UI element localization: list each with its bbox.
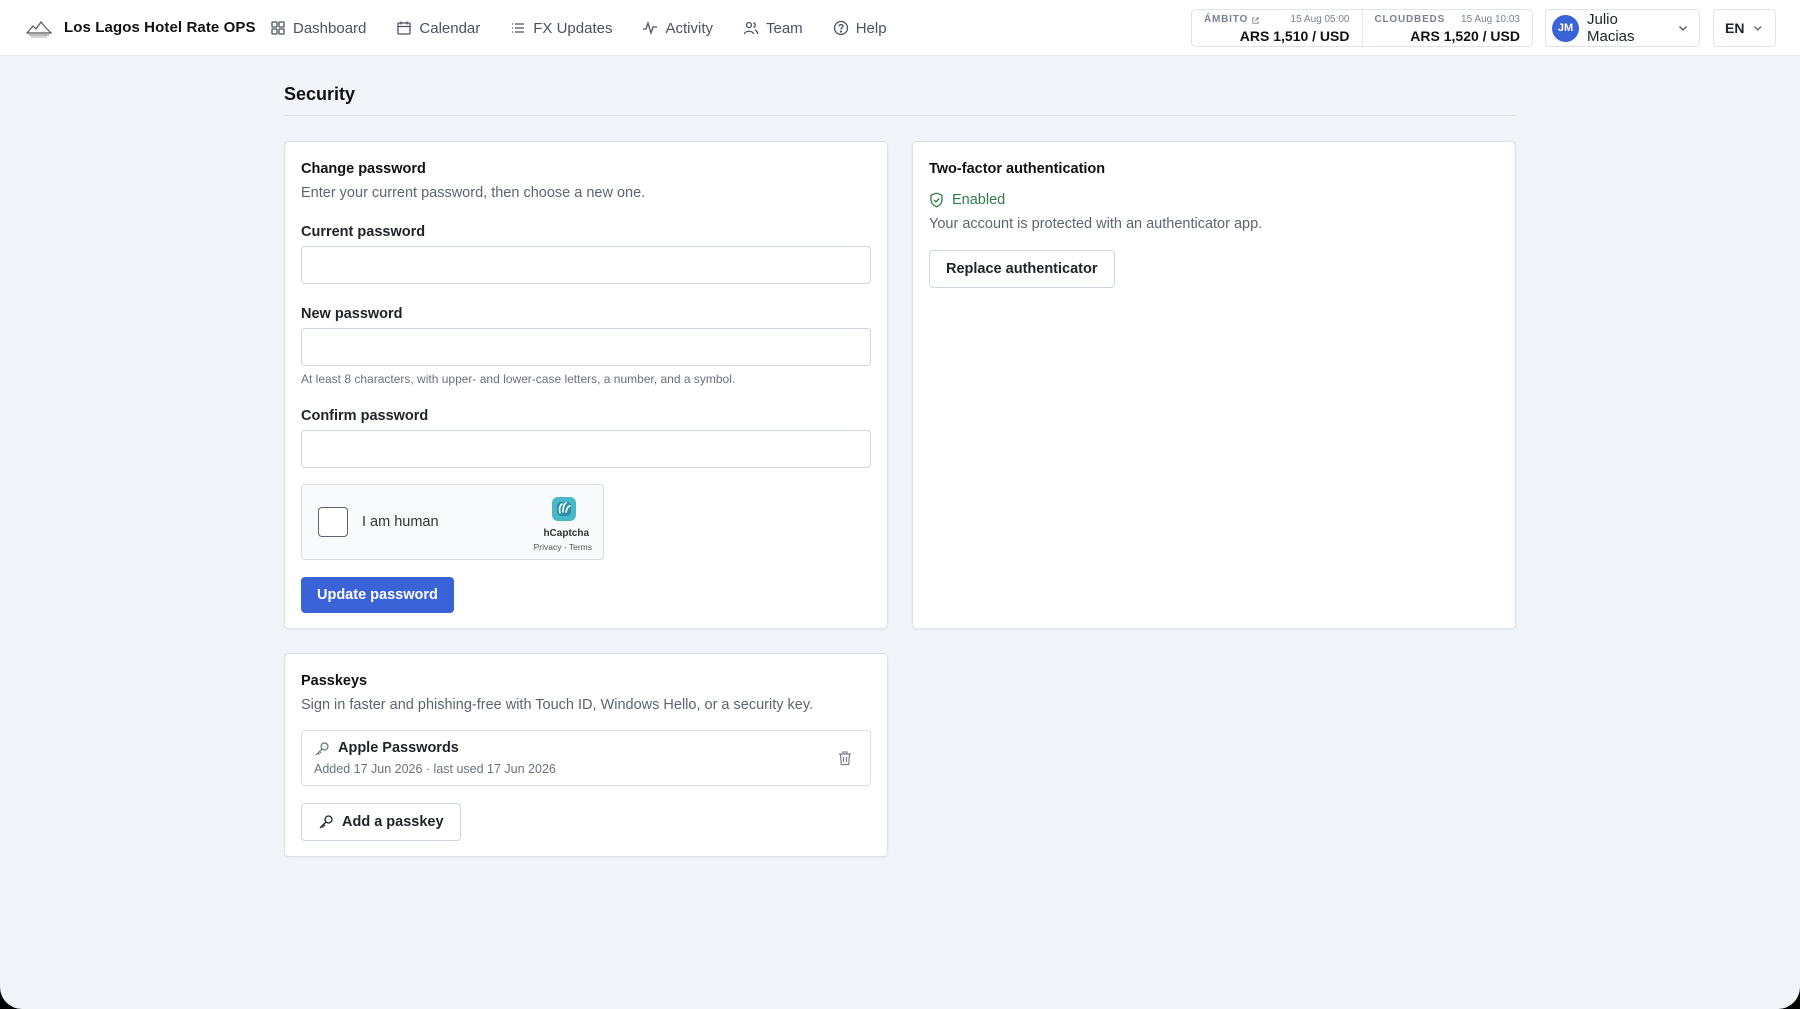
fx-time: 15 Aug 05:00 bbox=[1290, 14, 1350, 25]
two-factor-status-label: Enabled bbox=[952, 192, 1006, 208]
key-icon bbox=[319, 815, 333, 829]
app-name: Los Lagos Hotel Rate OPS bbox=[64, 18, 256, 36]
team-icon bbox=[743, 21, 759, 35]
external-link-icon bbox=[1252, 16, 1259, 24]
page-title: Security bbox=[284, 84, 356, 104]
nav-dashboard-label: Dashboard bbox=[293, 19, 367, 37]
add-passkey-button[interactable]: Add a passkey bbox=[301, 803, 461, 841]
title-divider bbox=[284, 115, 1516, 116]
confirm-password-field[interactable] bbox=[301, 430, 871, 468]
two-factor-description: Your account is protected with an authen… bbox=[929, 216, 1263, 232]
nav-calendar[interactable]: Calendar bbox=[396, 20, 480, 37]
nav-dashboard[interactable]: Dashboard bbox=[270, 20, 366, 37]
avatar: JM bbox=[1552, 14, 1579, 42]
passkey-name: Apple Passwords bbox=[338, 740, 459, 756]
nav-help-label: Help bbox=[855, 19, 887, 37]
confirm-password-label: Confirm password bbox=[301, 408, 429, 424]
nav-activity-label: Activity bbox=[665, 19, 713, 37]
fx-rate-value: ARS 1,520 / USD bbox=[1410, 28, 1520, 44]
list-item: Apple Passwords Added 17 Jun 2026 · last… bbox=[301, 730, 871, 786]
captcha-widget: I am human hCaptcha Privacy - Terms bbox=[301, 484, 604, 560]
key-icon bbox=[315, 742, 329, 756]
brand[interactable]: Los Lagos Hotel Rate OPS bbox=[26, 15, 256, 39]
fx-rate-value: ARS 1,510 / USD bbox=[1239, 28, 1350, 44]
fx-source-label: ÁMBITO bbox=[1204, 14, 1249, 25]
language-value: EN bbox=[1725, 20, 1745, 36]
current-password-label: Current password bbox=[301, 224, 426, 240]
update-password-button[interactable]: Update password bbox=[301, 577, 454, 613]
fx-rate-cloudbeds[interactable]: CLOUDBEDS 15 Aug 10:03 ARS 1,520 / USD bbox=[1361, 10, 1533, 46]
fx-source-label: CLOUDBEDS bbox=[1374, 14, 1446, 25]
shield-check-icon bbox=[930, 192, 943, 208]
calendar-icon bbox=[397, 21, 412, 35]
fx-rate-ambito[interactable]: ÁMBITO 15 Aug 05:00 ARS 1,510 / USD bbox=[1192, 10, 1362, 46]
user-name: Julio Macias bbox=[1587, 11, 1635, 45]
passkeys-card: Passkeys Sign in faster and phishing-fre… bbox=[284, 653, 888, 857]
two-factor-title: Two-factor authentication bbox=[929, 161, 1106, 177]
fx-rates-widget: ÁMBITO 15 Aug 05:00 ARS 1,510 / USD CLOU… bbox=[1191, 9, 1533, 47]
captcha-checkbox[interactable] bbox=[318, 507, 348, 537]
password-requirements-hint: At least 8 characters, with upper- and l… bbox=[301, 372, 736, 386]
chevron-down-icon bbox=[1754, 26, 1763, 31]
activity-icon bbox=[643, 20, 658, 36]
language-select[interactable]: EN bbox=[1713, 9, 1776, 47]
change-password-subtitle: Enter your current password, then choose… bbox=[301, 185, 646, 201]
captcha-links[interactable]: Privacy - Terms bbox=[534, 542, 592, 552]
hcaptcha-logo-icon bbox=[552, 497, 576, 521]
two-factor-card: Two-factor authentication Enabled Your a… bbox=[912, 141, 1516, 629]
app-window: Los Lagos Hotel Rate OPS Dashboard Calen… bbox=[0, 0, 1800, 1009]
top-bar: Los Lagos Hotel Rate OPS Dashboard Calen… bbox=[0, 0, 1800, 56]
change-password-title: Change password bbox=[301, 161, 426, 177]
current-password-field[interactable] bbox=[301, 246, 871, 284]
hotel-logo-icon bbox=[26, 21, 52, 38]
trash-icon[interactable] bbox=[836, 749, 854, 767]
nav-fx-updates-label: FX Updates bbox=[533, 19, 613, 37]
fx-time: 15 Aug 10:03 bbox=[1461, 14, 1520, 25]
nav-team[interactable]: Team bbox=[743, 20, 803, 37]
nav-team-label: Team bbox=[766, 19, 803, 37]
chevron-down-icon bbox=[1679, 26, 1687, 31]
two-factor-status: Enabled bbox=[929, 192, 1005, 208]
passkeys-title: Passkeys bbox=[301, 673, 368, 689]
captcha-label: I am human bbox=[362, 514, 439, 530]
passkeys-subtitle: Sign in faster and phishing-free with To… bbox=[301, 697, 814, 713]
dashboard-icon bbox=[271, 21, 285, 35]
new-password-field[interactable] bbox=[301, 328, 871, 366]
passkey-meta: Added 17 Jun 2026 · last used 17 Jun 202… bbox=[314, 762, 556, 776]
user-menu[interactable]: JM Julio Macias bbox=[1545, 9, 1700, 47]
help-icon bbox=[833, 20, 848, 36]
captcha-brand: hCaptcha bbox=[543, 528, 589, 539]
nav-activity[interactable]: Activity bbox=[642, 20, 713, 37]
new-password-label: New password bbox=[301, 306, 403, 322]
nav-calendar-label: Calendar bbox=[419, 19, 481, 37]
main-nav: Dashboard Calendar FX Updates Activity T… bbox=[270, 0, 887, 56]
nav-fx-updates[interactable]: FX Updates bbox=[510, 20, 612, 37]
change-password-card: Change password Enter your current passw… bbox=[284, 141, 888, 629]
list-icon bbox=[512, 23, 525, 33]
replace-authenticator-button[interactable]: Replace authenticator bbox=[929, 250, 1115, 288]
add-passkey-label: Add a passkey bbox=[342, 814, 444, 830]
nav-help[interactable]: Help bbox=[833, 20, 887, 37]
